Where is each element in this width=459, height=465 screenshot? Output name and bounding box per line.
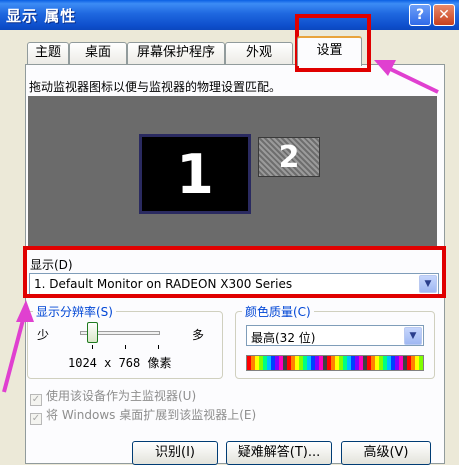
arrow-head-display <box>16 300 34 322</box>
annotation-arrows <box>2 60 439 393</box>
arrow-line-settings <box>383 64 439 94</box>
arrow-line-display <box>2 315 26 393</box>
tab-settings[interactable]: 设置 <box>297 36 362 66</box>
